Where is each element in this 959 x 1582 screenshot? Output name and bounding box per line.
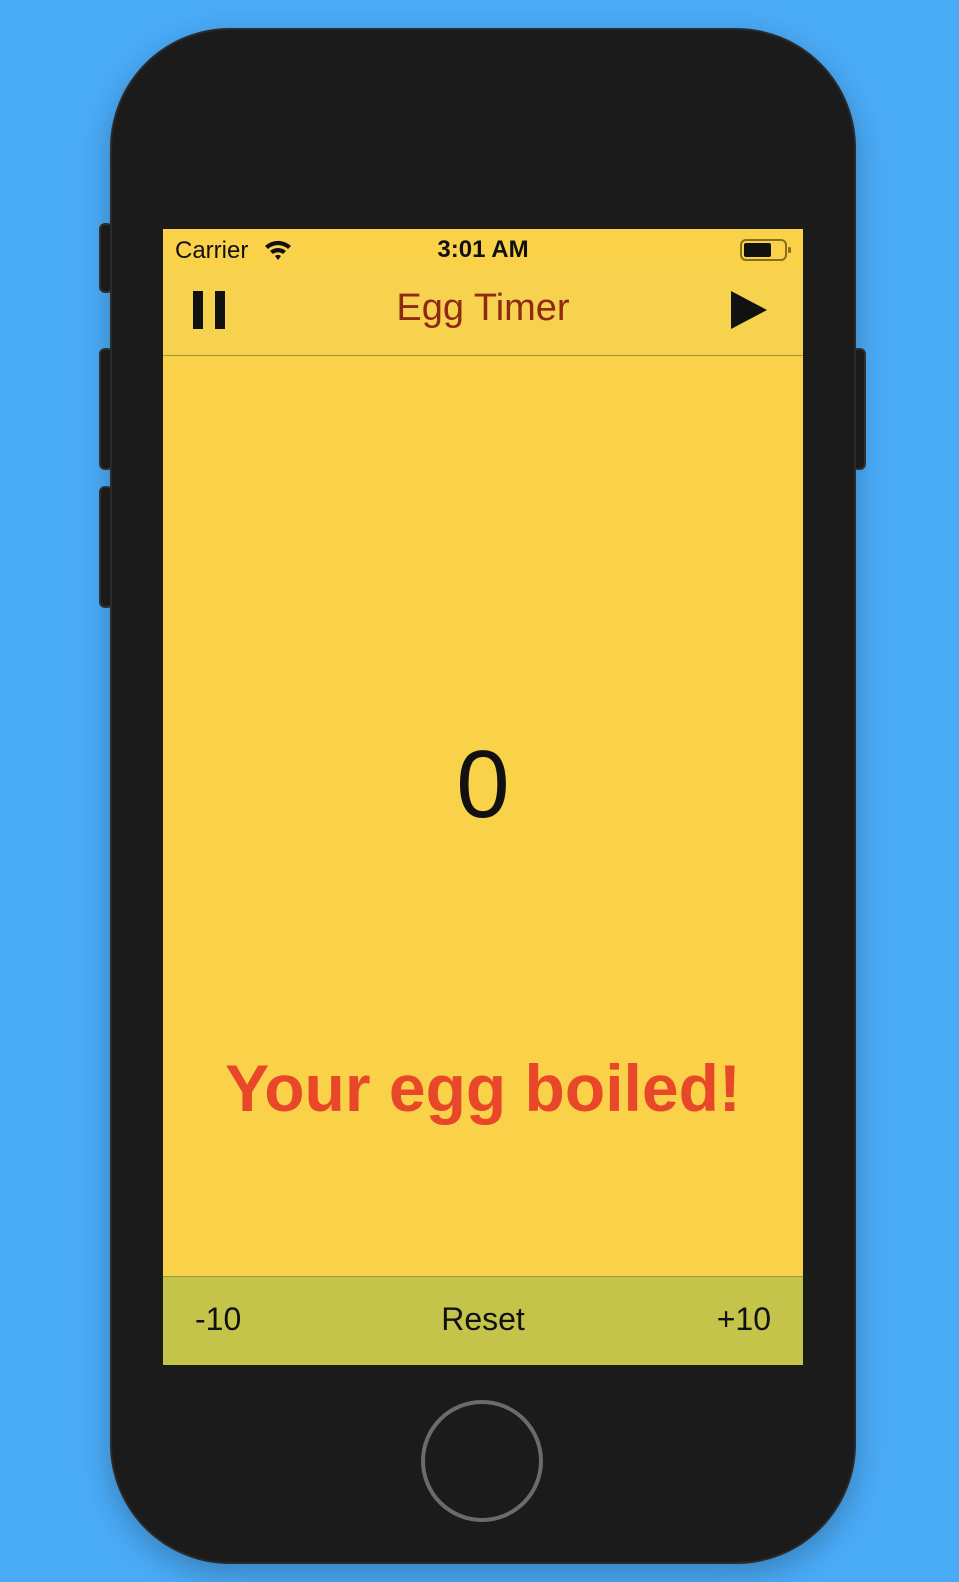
- timer-counter: 0: [456, 731, 510, 838]
- page-title: Egg Timer: [396, 287, 570, 329]
- minus-ten-button[interactable]: -10: [195, 1301, 241, 1338]
- navigation-bar: Egg Timer: [163, 269, 803, 356]
- reset-button-wrapper: Reset: [163, 1301, 803, 1338]
- play-button[interactable]: [719, 281, 779, 341]
- app-screen: Carrier 3:01 AM Egg Timer 0 Your egg boi…: [163, 229, 803, 1365]
- status-message: Your egg boiled!: [225, 1051, 741, 1125]
- bottom-toolbar: -10 Reset +10: [163, 1276, 803, 1365]
- plus-ten-button[interactable]: +10: [717, 1301, 771, 1338]
- status-bar: Carrier 3:01 AM: [163, 229, 803, 269]
- play-icon: [731, 291, 767, 329]
- reset-button[interactable]: Reset: [441, 1301, 525, 1337]
- home-button[interactable]: [421, 1400, 543, 1522]
- device-stage: Carrier 3:01 AM Egg Timer 0 Your egg boi…: [0, 0, 959, 1582]
- battery-icon: [740, 239, 791, 261]
- status-time: 3:01 AM: [437, 236, 529, 263]
